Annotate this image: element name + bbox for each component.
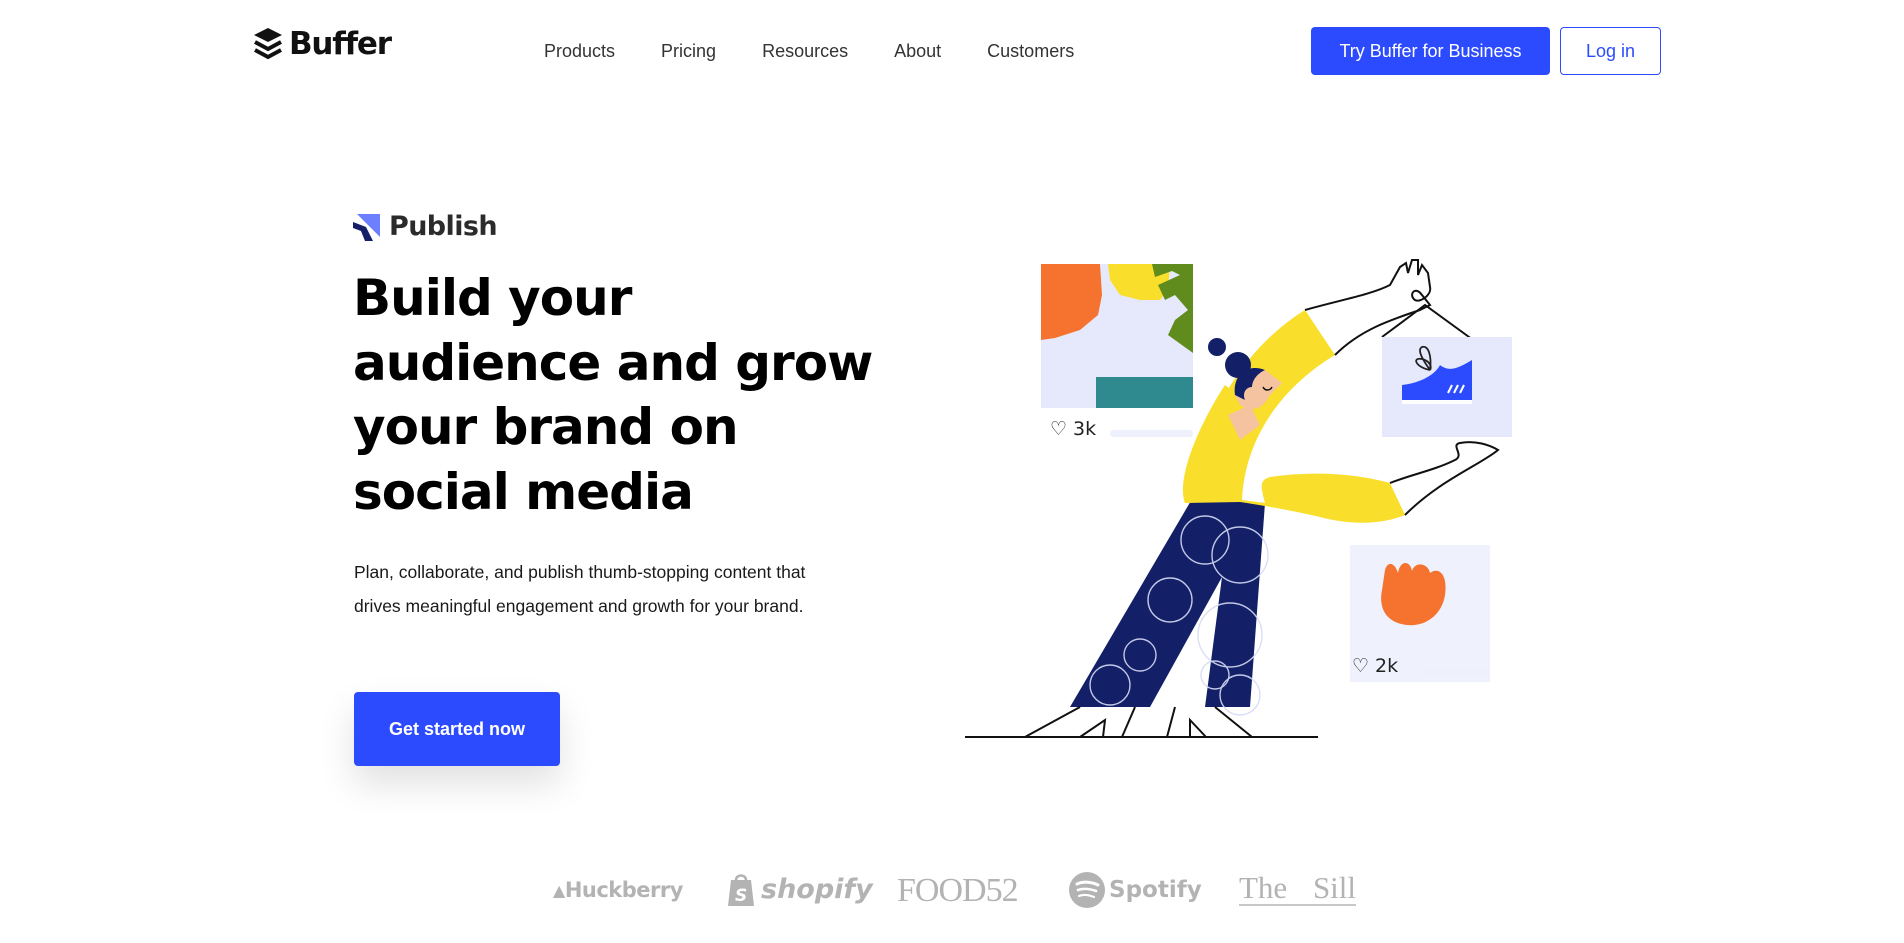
product-badge: Publish xyxy=(353,211,498,242)
login-button[interactable]: Log in xyxy=(1560,27,1661,75)
svg-text:S: S xyxy=(735,886,747,906)
logo-food52: FOOD52 xyxy=(897,872,1019,909)
nav-pricing[interactable]: Pricing xyxy=(661,40,716,62)
buffer-logo[interactable]: Buffer xyxy=(253,25,392,62)
spotify-icon xyxy=(1069,872,1105,908)
post-1-bar xyxy=(1110,430,1193,437)
nav-products[interactable]: Products xyxy=(544,40,615,62)
tree-icon: ▲ xyxy=(553,880,565,900)
logo-huckberry: ▲ Huckberry xyxy=(553,878,683,902)
logo-spotify: Spotify xyxy=(1069,872,1202,908)
logo-text: Buffer xyxy=(289,25,392,62)
post-2-likes: ♡ 2k xyxy=(1352,655,1398,677)
post-2-bar xyxy=(1420,668,1490,675)
nav-resources[interactable]: Resources xyxy=(762,40,848,62)
post-card-1 xyxy=(1041,264,1193,408)
hero-headline: Build your audience and grow your brand … xyxy=(353,269,873,521)
product-name: Publish xyxy=(389,211,498,242)
get-started-button[interactable]: Get started now xyxy=(354,692,560,766)
nav-customers[interactable]: Customers xyxy=(987,40,1074,62)
heart-icon: ♡ xyxy=(1352,655,1370,677)
publish-icon xyxy=(353,213,380,241)
buffer-stack-icon xyxy=(254,28,282,60)
customer-logos: ▲ Huckberry S shopify FOOD52 Spotify The… xyxy=(553,868,1363,918)
post-1-likes: ♡ 3k xyxy=(1050,418,1096,440)
subtext-line-2: drives meaningful engagement and growth … xyxy=(354,596,804,616)
post-1-like-count: 3k xyxy=(1073,418,1097,440)
hero-illustration: ♡ 3k ♡ 2k xyxy=(960,255,1580,745)
shopify-bag-icon: S xyxy=(728,874,754,906)
heart-icon: ♡ xyxy=(1050,418,1068,440)
hero-subtext: Plan, collaborate, and publish thumb-sto… xyxy=(354,555,874,623)
logo-shopify: S shopify xyxy=(727,872,873,906)
main-nav: Products Pricing Resources About Custome… xyxy=(544,40,1120,62)
logo-the-sill: The Sill xyxy=(1239,870,1357,906)
post-2-like-count: 2k xyxy=(1375,655,1399,677)
nav-about[interactable]: About xyxy=(894,40,941,62)
try-business-button[interactable]: Try Buffer for Business xyxy=(1311,27,1550,75)
subtext-line-1: Plan, collaborate, and publish thumb-sto… xyxy=(354,562,806,582)
